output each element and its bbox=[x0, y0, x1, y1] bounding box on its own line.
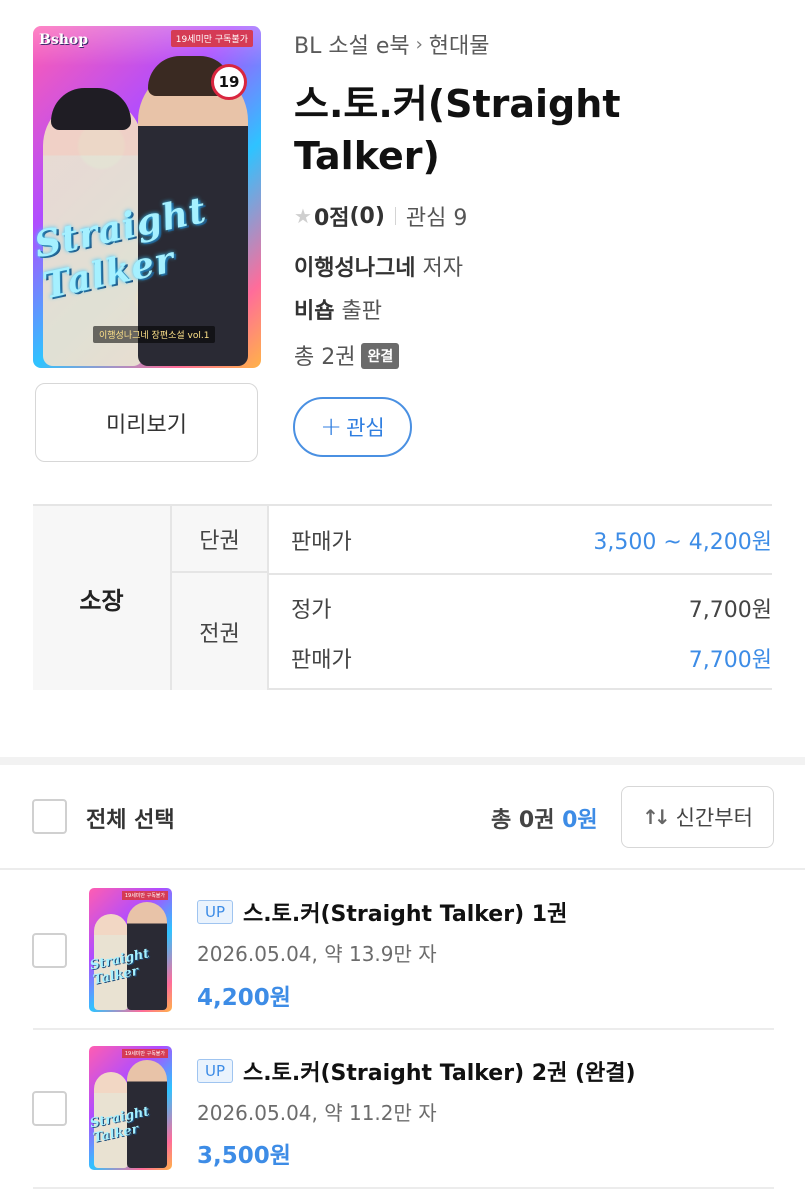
item-thumbnail[interactable]: Straight Talker 19세미만 구독불가 bbox=[89, 888, 172, 1012]
volume-count: 총 2권 bbox=[294, 345, 356, 370]
cover-publisher-logo: Bshop bbox=[39, 32, 89, 48]
item-checkbox[interactable] bbox=[32, 933, 67, 968]
single-sale-row: 판매가 3,500 ~ 4,200원 bbox=[291, 524, 772, 556]
wish-count: 관심 9 bbox=[405, 206, 468, 231]
item-title[interactable]: UP 스.토.커(Straight Talker) 1권 bbox=[197, 896, 567, 928]
list-divider bbox=[0, 868, 805, 870]
thumb-age-notice: 19세미만 구독불가 bbox=[121, 1049, 168, 1058]
item-checkbox[interactable] bbox=[32, 1091, 67, 1126]
wish-button-label: 관심 bbox=[346, 416, 385, 440]
thumb-age-notice: 19세미만 구독불가 bbox=[121, 891, 168, 900]
selection-price: 0원 bbox=[562, 808, 598, 833]
select-all-checkbox[interactable] bbox=[32, 799, 67, 834]
set-sale-price: 7,700원 bbox=[688, 648, 772, 673]
plus-icon: + bbox=[320, 412, 343, 442]
publisher-label: 출판 bbox=[341, 299, 382, 324]
section-separator bbox=[0, 757, 805, 765]
book-title: 스.토.커(Straight Talker) bbox=[294, 82, 621, 178]
set-list-label: 정가 bbox=[291, 598, 332, 623]
author-row: 이행성나그네 저자 bbox=[294, 250, 463, 282]
own-label: 소장 bbox=[33, 506, 172, 690]
item-meta: 2026.05.04, 약 11.2만 자 bbox=[197, 1101, 437, 1125]
sort-button[interactable]: ↑↓ 신간부터 bbox=[621, 786, 774, 848]
sort-arrows-icon: ↑↓ bbox=[642, 805, 670, 829]
breadcrumb-subcategory[interactable]: 현대물 bbox=[429, 28, 490, 60]
publisher-name[interactable]: 비숍 bbox=[294, 299, 334, 324]
chevron-right-icon: › bbox=[415, 33, 423, 55]
breadcrumb-category[interactable]: BL 소설 e북 bbox=[294, 28, 410, 60]
item-divider bbox=[33, 1187, 774, 1189]
single-volume-label: 단권 bbox=[172, 506, 269, 573]
rating-count: (0) bbox=[349, 203, 385, 229]
cover-age-notice: 19세미만 구독불가 bbox=[170, 30, 253, 47]
item-title[interactable]: UP 스.토.커(Straight Talker) 2권 (완결) bbox=[197, 1055, 636, 1087]
breadcrumb: BL 소설 e북 › 현대물 bbox=[294, 28, 490, 60]
single-sale-label: 판매가 bbox=[291, 530, 352, 555]
select-all-label[interactable]: 전체 선택 bbox=[86, 802, 175, 834]
selection-total: 총 0권 0원 bbox=[491, 802, 598, 834]
item-thumbnail[interactable]: Straight Talker 19세미만 구독불가 bbox=[89, 1046, 172, 1170]
item-price: 3,500원 bbox=[197, 1143, 291, 1169]
rating-score: 0점 bbox=[313, 206, 350, 231]
star-icon: ★ bbox=[294, 204, 312, 228]
set-sale-row: 판매가 7,700원 bbox=[291, 642, 772, 674]
author-label: 저자 bbox=[422, 256, 463, 281]
price-table: 소장 단권 전권 판매가 3,500 ~ 4,200원 정가 7,700원 판매… bbox=[33, 504, 772, 690]
wish-button[interactable]: + 관심 bbox=[293, 397, 412, 457]
rating-row: ★ 0점 (0) 관심 9 bbox=[294, 200, 467, 232]
volume-row: 총 2권 완결 bbox=[294, 339, 400, 371]
set-sale-label: 판매가 bbox=[291, 648, 352, 673]
preview-button[interactable]: 미리보기 bbox=[35, 383, 258, 462]
up-badge: UP bbox=[197, 1059, 234, 1083]
selection-count: 총 0권 bbox=[491, 808, 555, 833]
cover-subtitle: 이행성나그네 장편소설 vol.1 bbox=[93, 326, 216, 343]
single-sale-price: 3,500 ~ 4,200원 bbox=[593, 530, 772, 555]
set-list-row: 정가 7,700원 bbox=[291, 592, 772, 624]
item-title-text: 스.토.커(Straight Talker) 2권 (완결) bbox=[243, 1061, 636, 1086]
publisher-row: 비숍 출판 bbox=[294, 293, 382, 325]
divider bbox=[394, 207, 396, 225]
row-divider bbox=[269, 573, 772, 575]
sort-label: 신간부터 bbox=[675, 806, 753, 830]
cover-hair-left bbox=[51, 88, 131, 130]
item-price: 4,200원 bbox=[197, 985, 291, 1011]
status-badge: 완결 bbox=[361, 343, 400, 369]
full-set-label: 전권 bbox=[172, 573, 269, 690]
item-divider bbox=[33, 1028, 774, 1030]
item-title-text: 스.토.커(Straight Talker) 1권 bbox=[243, 902, 568, 927]
book-cover[interactable]: Bshop 19세미만 구독불가 19 Straight Talker 이행성나… bbox=[33, 26, 261, 368]
item-meta: 2026.05.04, 약 13.9만 자 bbox=[197, 942, 437, 966]
age-19-badge: 19 bbox=[211, 64, 247, 100]
author-name[interactable]: 이행성나그네 bbox=[294, 256, 415, 281]
set-list-price: 7,700원 bbox=[688, 598, 772, 623]
up-badge: UP bbox=[197, 900, 234, 924]
